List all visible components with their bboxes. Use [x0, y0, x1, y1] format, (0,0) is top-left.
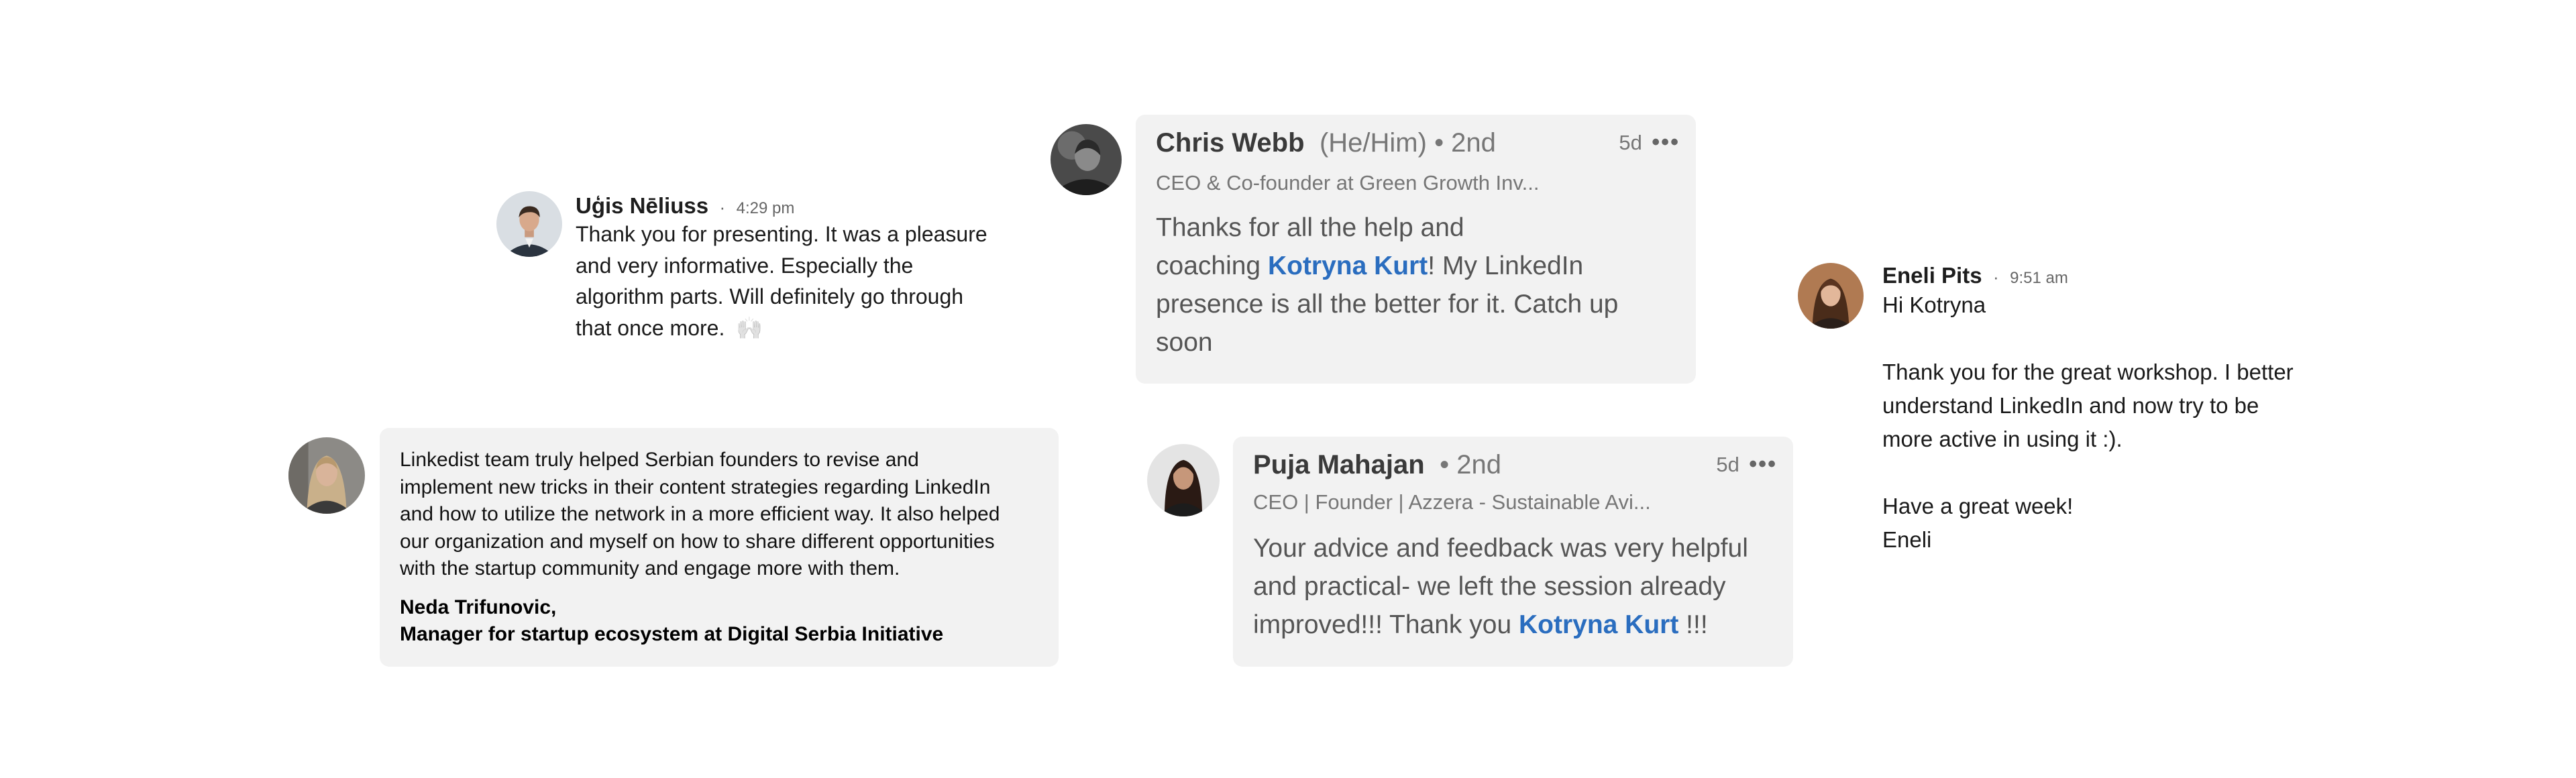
avatar-eneli[interactable] — [1798, 263, 1864, 329]
mention-link[interactable]: Kotryna Kurt — [1519, 610, 1678, 639]
comment-line: improved!!! Thank you Kotryna Kurt !!! — [1253, 606, 1748, 644]
commenter-headline: CEO | Founder | Azzera - Sustainable Avi… — [1253, 490, 1651, 514]
eneli-message: Hi Kotryna Thank you for the great works… — [1882, 288, 2294, 557]
comment-line: Your advice and feedback was very helpfu… — [1253, 534, 1748, 563]
message-line: and very informative. Especially the — [576, 253, 914, 278]
message-line: understand LinkedIn and now try to be — [1882, 393, 2259, 418]
author-name: Neda Trifunovic, — [400, 596, 557, 618]
testimonial-text: Linkedist team truly helped Serbian foun… — [400, 447, 1000, 583]
person-photo-icon — [1798, 263, 1864, 329]
ugis-message: Thank you for presenting. It was a pleas… — [576, 219, 987, 343]
comment-text: Thanks for all the help and coaching Kot… — [1156, 209, 1618, 362]
message-line: algorithm parts. Will definitely go thro… — [576, 284, 964, 309]
message-line-text: that once more. — [576, 315, 725, 340]
message-line: Thank you for presenting. It was a pleas… — [576, 222, 987, 246]
ugis-header: Uģis Nēliuss · 4:29 pm — [576, 193, 794, 219]
comment-line-text: ! My LinkedIn — [1428, 252, 1584, 280]
author-title: Manager for startup ecosystem at Digital… — [400, 623, 944, 645]
testimonial-line: our organization and myself on how to sh… — [400, 530, 995, 553]
comment-line-text: !!! — [1678, 610, 1708, 639]
more-options-icon[interactable]: ••• — [1749, 451, 1777, 477]
message-line: Hi Kotryna — [1882, 292, 1986, 317]
testimonial-card-neda: Linkedist team truly helped Serbian foun… — [380, 428, 1059, 667]
comment-header: Puja Mahajan • 2nd — [1253, 450, 1501, 480]
testimonial-line: implement new tricks in their content st… — [400, 476, 991, 498]
message-line: Have a great week! — [1882, 494, 2074, 518]
comment-line: coaching Kotryna Kurt! My LinkedIn — [1156, 247, 1618, 285]
avatar-chris[interactable] — [1051, 124, 1122, 195]
commenter-name[interactable]: Chris Webb — [1156, 128, 1305, 158]
testimonial-author: Neda Trifunovic, Manager for startup eco… — [400, 594, 943, 648]
timestamp: 9:51 am — [2010, 269, 2068, 287]
message-line: Eneli — [1882, 527, 1932, 552]
connection-degree: • 2nd — [1440, 450, 1501, 480]
person-photo-icon — [496, 191, 562, 257]
comment-card-puja: Puja Mahajan • 2nd 5d ••• CEO | Founder … — [1233, 437, 1793, 667]
comment-card-chris: Chris Webb (He/Him) • 2nd 5d ••• CEO & C… — [1136, 115, 1696, 384]
message-line: Thank you for the great workshop. I bett… — [1882, 359, 2294, 384]
comment-line: and practical- we left the session alrea… — [1253, 572, 1726, 601]
comment-line-text: coaching — [1156, 252, 1268, 280]
commenter-name[interactable]: Puja Mahajan — [1253, 450, 1425, 480]
person-photo-icon — [1051, 124, 1122, 195]
timestamp: 4:29 pm — [736, 199, 795, 217]
comment-actions: 5d ••• — [1619, 129, 1680, 156]
person-photo-icon — [1147, 444, 1220, 516]
separator: · — [719, 197, 726, 217]
connection-degree: (He/Him) • 2nd — [1319, 128, 1496, 158]
eneli-header: Eneli Pits · 9:51 am — [1882, 263, 2068, 288]
testimonial-line: and how to utilize the network in a more… — [400, 503, 1000, 525]
comment-age: 5d — [1716, 453, 1739, 476]
testimonial-line: Linkedist team truly helped Serbian foun… — [400, 449, 919, 471]
avatar-neda[interactable] — [288, 437, 365, 514]
avatar-ugis[interactable] — [496, 191, 562, 257]
comment-actions: 5d ••• — [1716, 451, 1777, 478]
person-photo-icon — [288, 437, 365, 514]
comment-text: Your advice and feedback was very helpfu… — [1253, 529, 1748, 644]
avatar-puja[interactable] — [1147, 444, 1220, 516]
commenter-headline: CEO & Co-founder at Green Growth Inv... — [1156, 171, 1540, 194]
mention-link[interactable]: Kotryna Kurt — [1268, 252, 1428, 280]
message-line: more active in using it :). — [1882, 427, 2123, 451]
comment-line: Thanks for all the help and — [1156, 213, 1464, 242]
sender-name[interactable]: Uģis Nēliuss — [576, 193, 708, 218]
sender-name[interactable]: Eneli Pits — [1882, 263, 1982, 288]
separator: · — [1993, 267, 1999, 287]
comment-age: 5d — [1619, 131, 1642, 154]
comment-line: presence is all the better for it. Catch… — [1156, 290, 1619, 319]
comment-line-text: improved!!! Thank you — [1253, 610, 1519, 639]
raised-hands-icon: 🙌 — [736, 315, 763, 340]
comment-line: soon — [1156, 328, 1213, 357]
comment-header: Chris Webb (He/Him) • 2nd — [1156, 128, 1496, 158]
testimonial-line: with the startup community and engage mo… — [400, 557, 900, 579]
message-line: that once more. 🙌 — [576, 313, 987, 344]
more-options-icon[interactable]: ••• — [1652, 129, 1680, 155]
